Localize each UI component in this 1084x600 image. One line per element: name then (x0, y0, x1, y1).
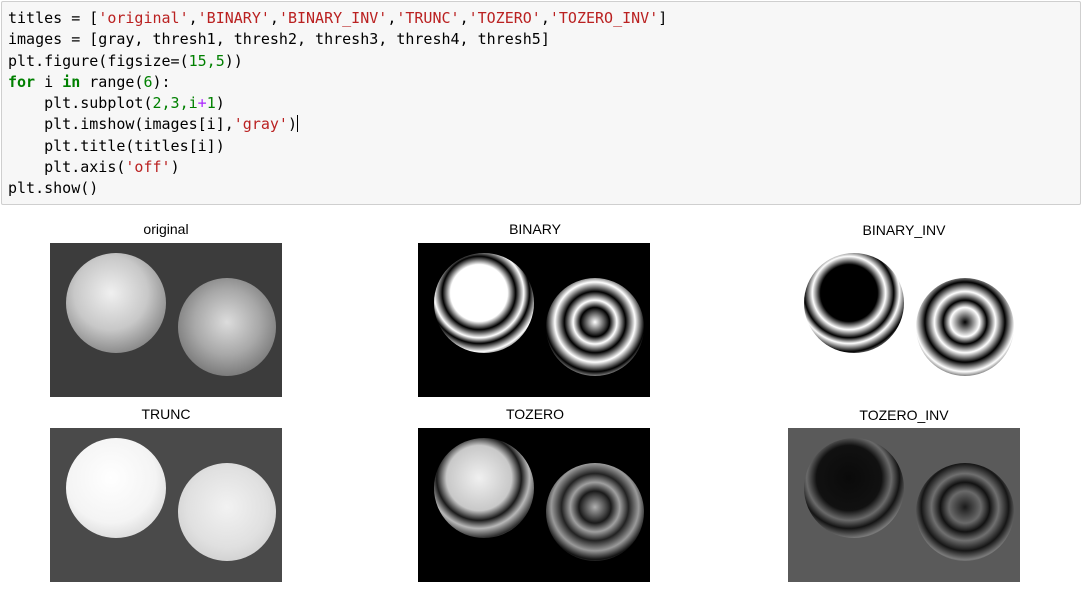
image-binary (418, 243, 650, 397)
code-line-show: plt.show() (8, 179, 99, 198)
code-line-for: for i in range(6): (8, 72, 171, 91)
coin-right (546, 463, 644, 561)
code-line-axis: plt.axis('off') (8, 158, 180, 177)
code-line-titles: titles = ['original','BINARY','BINARY_IN… (8, 9, 668, 27)
panel-title-tozero-inv: TOZERO_INV (859, 407, 949, 423)
str-trunc: 'TRUNC' (396, 9, 460, 27)
coin-left (434, 253, 534, 353)
coin-left (804, 438, 904, 538)
image-original (50, 243, 282, 397)
panel-title-trunc: TRUNC (141, 406, 191, 422)
panel-title-binary: BINARY (509, 221, 561, 237)
image-trunc (50, 428, 282, 582)
coin-left (66, 253, 166, 353)
coin-right (916, 278, 1014, 376)
text-cursor (297, 115, 298, 133)
str-tozero-inv: 'TOZERO_INV' (549, 9, 659, 27)
coin-left (804, 253, 904, 353)
panel-title-original: original (143, 221, 189, 237)
panel-title-tozero: TOZERO (505, 406, 565, 422)
code-line-figure: plt.figure(figsize=(15,5)) (8, 51, 243, 70)
panel-title-binary-inv: BINARY_INV (862, 222, 946, 238)
str-binary: 'BINARY' (197, 9, 270, 27)
image-tozero-inv (788, 428, 1020, 582)
image-binary-inv (788, 243, 1020, 397)
code-cell[interactable]: titles = ['original','BINARY','BINARY_IN… (1, 1, 1081, 205)
coin-right (178, 278, 276, 376)
code-line-subplot: plt.subplot(2,3,i+1) (8, 94, 225, 113)
code-line-images: images = [gray, thresh1, thresh2, thresh… (8, 30, 550, 49)
coin-left (434, 438, 534, 538)
coin-right (916, 463, 1014, 561)
str-original: 'original' (98, 9, 189, 27)
coin-left (66, 438, 166, 538)
code-line-imshow: plt.imshow(images[i],'gray') (8, 115, 298, 134)
code-line-title: plt.title(titles[i]) (8, 136, 225, 155)
str-binary-inv: 'BINARY_INV' (278, 9, 388, 27)
coin-right (178, 463, 276, 561)
image-tozero (418, 428, 650, 582)
coin-right (546, 278, 644, 376)
str-tozero: 'TOZERO' (468, 9, 541, 27)
